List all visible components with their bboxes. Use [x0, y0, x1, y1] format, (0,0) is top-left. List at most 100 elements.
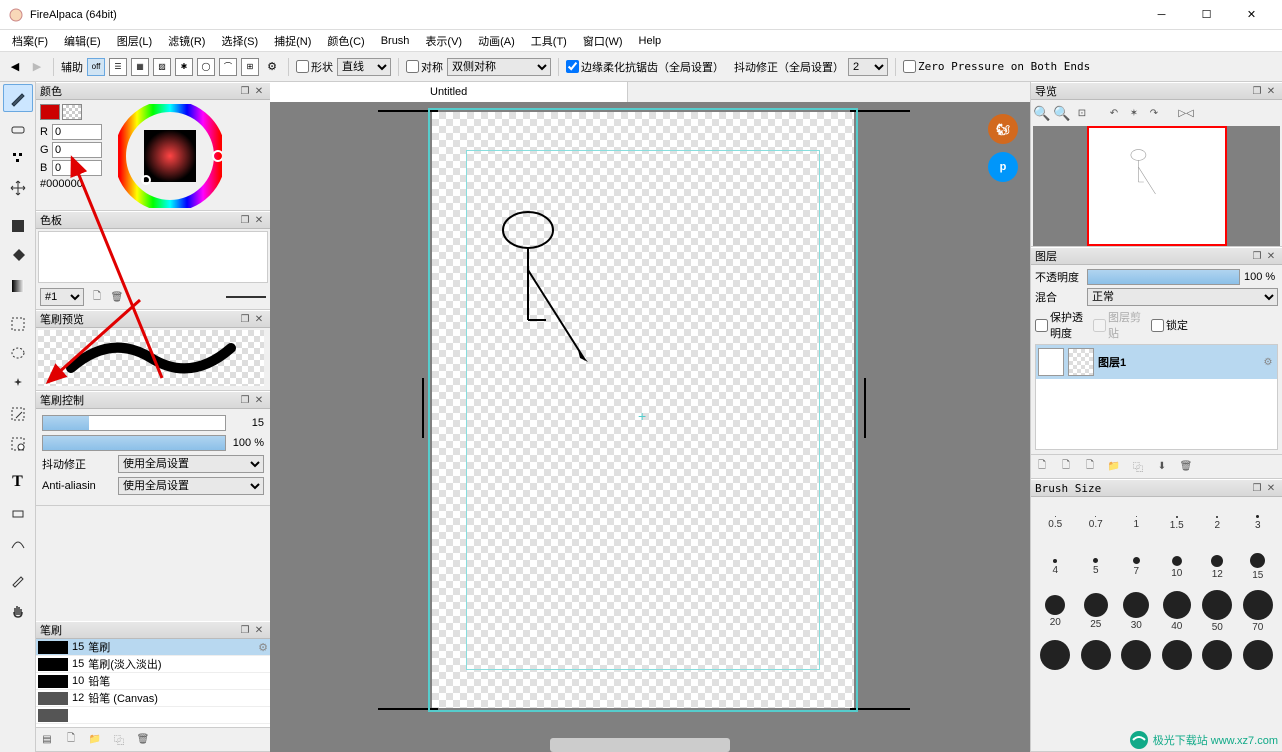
close-icon[interactable]: ✕: [252, 213, 266, 227]
lock-checkbox[interactable]: [1151, 319, 1164, 332]
size-cell[interactable]: 1: [1116, 501, 1157, 545]
color-wheel[interactable]: [118, 104, 222, 208]
snap-circle-button[interactable]: ◯: [197, 58, 215, 76]
size-cell[interactable]: [1116, 633, 1157, 677]
layer-item[interactable]: 图层1 ⚙: [1036, 345, 1277, 379]
size-cell[interactable]: 20: [1035, 589, 1076, 633]
size-cell[interactable]: 0.7: [1076, 501, 1117, 545]
eyedropper-tool[interactable]: [3, 566, 33, 594]
lasso-tool[interactable]: [3, 340, 33, 368]
menu-color[interactable]: 颜色(C): [319, 33, 372, 49]
merge-icon[interactable]: ⬇: [1155, 460, 1169, 474]
h-scrollbar[interactable]: [550, 738, 730, 752]
move-tool[interactable]: [3, 174, 33, 202]
new-layer3-icon[interactable]: 🗋: [1083, 460, 1097, 474]
size-cell[interactable]: 2: [1197, 501, 1238, 545]
snap-config-button[interactable]: ⚙: [263, 58, 281, 76]
aa-select[interactable]: 使用全局设置: [118, 477, 264, 495]
canvas-area[interactable]: Untitled + 🐿 p: [270, 82, 1030, 752]
mascot-icon[interactable]: 🐿: [988, 114, 1018, 144]
menu-file[interactable]: 档案(F): [4, 33, 56, 49]
brush-tool[interactable]: [3, 84, 33, 112]
size-cell[interactable]: 70: [1238, 589, 1279, 633]
r-input[interactable]: [52, 124, 102, 140]
new-icon[interactable]: 🗋: [90, 290, 104, 304]
size-cell[interactable]: 4: [1035, 545, 1076, 589]
shape-select[interactable]: 直线: [337, 58, 391, 76]
menu-icon[interactable]: ▤: [40, 733, 54, 747]
select-pen-tool[interactable]: [3, 400, 33, 428]
close-icon[interactable]: ✕: [252, 312, 266, 326]
divide-tool[interactable]: [3, 528, 33, 556]
antialias-checkbox[interactable]: [566, 60, 579, 73]
nav-canvas[interactable]: [1033, 126, 1280, 246]
trash-icon[interactable]: 🗑: [1179, 460, 1193, 474]
symmetry-select[interactable]: 双侧对称: [447, 58, 551, 76]
document-tab[interactable]: Untitled: [270, 82, 628, 102]
size-cell[interactable]: [1157, 633, 1198, 677]
close-icon[interactable]: ✕: [1264, 481, 1278, 495]
zoom-in-icon[interactable]: 🔍: [1035, 106, 1049, 120]
size-cell[interactable]: 50: [1197, 589, 1238, 633]
menu-edit[interactable]: 编辑(E): [56, 33, 109, 49]
gear-icon[interactable]: ⚙: [258, 641, 268, 654]
dot-tool[interactable]: [3, 144, 33, 172]
menu-window[interactable]: 窗口(W): [575, 33, 631, 49]
opacity-slider[interactable]: [42, 435, 226, 451]
shake-select[interactable]: 2: [848, 58, 888, 76]
size-cell[interactable]: 5: [1076, 545, 1117, 589]
gear-icon[interactable]: ⚙: [1261, 355, 1275, 369]
menu-layer[interactable]: 图层(L): [109, 33, 160, 49]
snap-radial-button[interactable]: ✱: [175, 58, 193, 76]
text-tool[interactable]: T: [3, 468, 33, 496]
brush-item[interactable]: 10铅笔: [36, 673, 270, 690]
size-cell[interactable]: [1238, 633, 1279, 677]
size-cell[interactable]: 1.5: [1157, 501, 1198, 545]
select-rect-tool[interactable]: [3, 310, 33, 338]
snap-parallel-button[interactable]: ☰: [109, 58, 127, 76]
minimize-button[interactable]: ─: [1139, 0, 1184, 30]
symmetry-checkbox[interactable]: [406, 60, 419, 73]
layer-list[interactable]: 图层1 ⚙: [1035, 344, 1278, 450]
visibility-toggle[interactable]: [1038, 348, 1064, 376]
undock-icon[interactable]: ❐: [1250, 481, 1264, 495]
snap-vanish-button[interactable]: ⊞: [241, 58, 259, 76]
g-input[interactable]: [52, 142, 102, 158]
brush-list[interactable]: 15笔刷⚙ 15笔刷(淡入淡出) 10铅笔 12铅笔 (Canvas): [36, 639, 270, 727]
close-icon[interactable]: ✕: [1264, 249, 1278, 263]
wand-tool[interactable]: [3, 370, 33, 398]
snap-grid-button[interactable]: ▦: [131, 58, 149, 76]
menu-tool[interactable]: 工具(T): [523, 33, 575, 49]
zero-pressure-checkbox[interactable]: [903, 60, 916, 73]
brush-item[interactable]: [36, 707, 270, 724]
new-layer2-icon[interactable]: 🗋: [1059, 460, 1073, 474]
maximize-button[interactable]: ☐: [1184, 0, 1229, 30]
size-cell[interactable]: 15: [1238, 545, 1279, 589]
undock-icon[interactable]: ❐: [238, 623, 252, 637]
select-erase-tool[interactable]: [3, 430, 33, 458]
folder-icon[interactable]: 📁: [1107, 460, 1121, 474]
menu-anim[interactable]: 动画(A): [470, 33, 523, 49]
size-cell[interactable]: 40: [1157, 589, 1198, 633]
size-cell[interactable]: 0.5: [1035, 501, 1076, 545]
size-cell[interactable]: 7: [1116, 545, 1157, 589]
brush-item[interactable]: 15笔刷⚙: [36, 639, 270, 656]
size-slider[interactable]: [42, 415, 226, 431]
size-cell[interactable]: 30: [1116, 589, 1157, 633]
close-button[interactable]: ✕: [1229, 0, 1274, 30]
close-icon[interactable]: ✕: [252, 623, 266, 637]
close-icon[interactable]: ✕: [252, 84, 266, 98]
hand-tool[interactable]: [3, 596, 33, 624]
prev-button[interactable]: ◀: [6, 58, 24, 76]
new-icon[interactable]: 🗋: [64, 733, 78, 747]
folder-icon[interactable]: 📁: [88, 733, 102, 747]
duplicate-icon[interactable]: ⿻: [112, 733, 126, 747]
menu-help[interactable]: Help: [631, 35, 670, 47]
close-icon[interactable]: ✕: [1264, 84, 1278, 98]
undock-icon[interactable]: ❐: [238, 393, 252, 407]
snap-crisscross-button[interactable]: ▨: [153, 58, 171, 76]
fit-icon[interactable]: ⊡: [1075, 106, 1089, 120]
eraser-tool[interactable]: [3, 114, 33, 142]
undock-icon[interactable]: ❐: [238, 84, 252, 98]
palette-area[interactable]: [38, 231, 268, 283]
